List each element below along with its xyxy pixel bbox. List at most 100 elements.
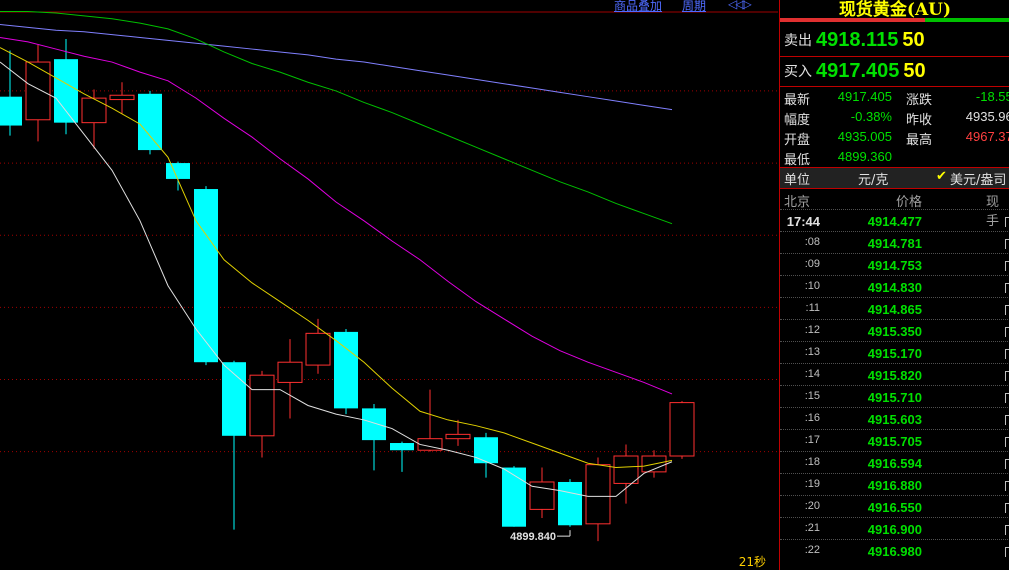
buy-price: 4917.405 bbox=[816, 59, 900, 82]
sell-quote-row[interactable]: 卖出 4918.115 50 bbox=[784, 25, 925, 55]
tick-time: :17 bbox=[804, 434, 820, 446]
stat-value-range: -0.38% bbox=[850, 109, 892, 124]
tick-price: 4914.830 bbox=[867, 280, 922, 295]
tick-price: 4915.710 bbox=[867, 390, 922, 405]
tick-price: 4915.350 bbox=[867, 324, 922, 339]
kline-chart[interactable]: 4899.840 21秒 bbox=[0, 0, 778, 570]
sell-price: 4918.115 bbox=[816, 28, 899, 51]
tick-spot-cell bbox=[1005, 261, 1009, 271]
tick-price: 4915.820 bbox=[867, 368, 922, 383]
tick-spot-cell bbox=[1005, 349, 1009, 359]
candle-down bbox=[166, 163, 190, 179]
stat-value-low: 4899.360 bbox=[837, 149, 892, 164]
tick-price: 4914.781 bbox=[867, 236, 922, 251]
tick-time: :18 bbox=[804, 456, 820, 468]
candle-down bbox=[54, 59, 78, 123]
candle-up bbox=[585, 464, 611, 525]
tick-price: 4916.900 bbox=[867, 522, 922, 537]
tick-time: :10 bbox=[804, 280, 820, 292]
stat-value-high: 4967.370 bbox=[965, 129, 1009, 144]
stat-label-change: 涨跌 bbox=[906, 93, 933, 108]
tick-spot-cell bbox=[1005, 525, 1009, 535]
tick-time: :14 bbox=[804, 368, 820, 380]
candle-down bbox=[194, 189, 218, 363]
kline-chart-area[interactable]: 4899.840 21秒 商品叠加 周期 ◁◁▷ bbox=[0, 0, 778, 570]
candle-down bbox=[0, 96, 22, 126]
quote-panel: 现货黄金(AU) 卖出 4918.115 50 买入 4917.405 50 最… bbox=[779, 0, 1009, 570]
sell-strength-bar bbox=[780, 18, 925, 22]
tick-spot-cell bbox=[1005, 437, 1009, 447]
ma-white-line bbox=[0, 61, 673, 497]
candle-up bbox=[445, 433, 471, 440]
unit-value-yuan-per-gram[interactable]: 元/克 bbox=[858, 169, 888, 188]
unit-value-usd-per-oz[interactable]: 美元/盎司 bbox=[950, 169, 1006, 188]
nav-arrows-icon[interactable]: ◁◁▷ bbox=[728, 0, 752, 11]
divider bbox=[780, 86, 1009, 87]
tick-price: 4916.980 bbox=[867, 544, 922, 559]
tick-price: 4916.594 bbox=[867, 456, 922, 471]
candle-down bbox=[138, 93, 162, 151]
tick-price: 4915.705 bbox=[867, 434, 922, 449]
divider bbox=[780, 188, 1009, 189]
tick-spot-cell bbox=[1005, 547, 1009, 557]
overlay-product-link[interactable]: 商品叠加 bbox=[614, 0, 662, 14]
low-price-label: 4899.840 bbox=[510, 531, 556, 543]
tick-price: 4915.603 bbox=[867, 412, 922, 427]
tick-separator bbox=[780, 517, 1009, 518]
candle-up bbox=[669, 402, 695, 457]
candle-up bbox=[81, 97, 107, 124]
tick-spot-cell bbox=[1005, 371, 1009, 381]
tick-header-place: 北京 bbox=[784, 195, 811, 210]
buy-strength-bar bbox=[925, 18, 1009, 22]
tick-separator bbox=[780, 407, 1009, 408]
candle-down bbox=[362, 408, 386, 441]
candle-down bbox=[558, 481, 582, 526]
tick-separator bbox=[780, 495, 1009, 496]
tick-spot-cell bbox=[1005, 217, 1009, 227]
unit-row[interactable]: 单位 元/克 ✔ 美元/盎司 bbox=[780, 168, 1009, 188]
tick-time: :16 bbox=[804, 412, 820, 424]
tick-time: :19 bbox=[804, 478, 820, 490]
tick-separator bbox=[780, 429, 1009, 430]
tick-separator bbox=[780, 209, 1009, 210]
candle-down bbox=[502, 467, 526, 527]
tick-time: :15 bbox=[804, 390, 820, 402]
tick-time: :22 bbox=[804, 544, 820, 556]
stat-label-open: 开盘 bbox=[784, 133, 811, 148]
buy-quote-row[interactable]: 买入 4917.405 50 bbox=[784, 56, 926, 86]
tick-time: :09 bbox=[804, 258, 820, 270]
instrument-title: 现货黄金(AU) bbox=[838, 0, 952, 20]
candle-up bbox=[249, 374, 275, 437]
buy-volume: 50 bbox=[903, 59, 926, 82]
tick-separator bbox=[780, 297, 1009, 298]
candle-up bbox=[277, 361, 303, 383]
sell-label: 卖出 bbox=[784, 33, 812, 49]
tick-spot-cell bbox=[1005, 481, 1009, 491]
tick-separator bbox=[780, 473, 1009, 474]
tick-separator bbox=[780, 253, 1009, 254]
candle-up bbox=[109, 94, 135, 101]
check-icon[interactable]: ✔ bbox=[936, 169, 947, 184]
tick-time: :08 bbox=[804, 236, 820, 248]
unit-label: 单位 bbox=[784, 173, 811, 188]
stat-value-prev-close: 4935.960 bbox=[965, 109, 1009, 124]
tick-price: 4916.550 bbox=[867, 500, 922, 515]
ma-blue-line bbox=[0, 24, 673, 111]
tick-separator bbox=[780, 539, 1009, 540]
candle-up bbox=[613, 455, 639, 484]
stat-label-high: 最高 bbox=[906, 133, 933, 148]
tick-spot-cell bbox=[1005, 459, 1009, 469]
tick-separator bbox=[780, 319, 1009, 320]
stat-value-change: -18.555 bbox=[975, 89, 1009, 104]
candle-down bbox=[334, 331, 358, 409]
tick-price: 4915.170 bbox=[867, 346, 922, 361]
tick-spot-cell bbox=[1005, 415, 1009, 425]
period-link[interactable]: 周期 bbox=[682, 0, 706, 14]
tick-separator bbox=[780, 231, 1009, 232]
stat-label-latest: 最新 bbox=[784, 93, 811, 108]
tick-time: :21 bbox=[804, 522, 820, 534]
tick-separator bbox=[780, 385, 1009, 386]
tick-spot-cell bbox=[1005, 503, 1009, 513]
tick-time: 17:44 bbox=[786, 214, 820, 229]
tick-spot-cell bbox=[1005, 305, 1009, 315]
